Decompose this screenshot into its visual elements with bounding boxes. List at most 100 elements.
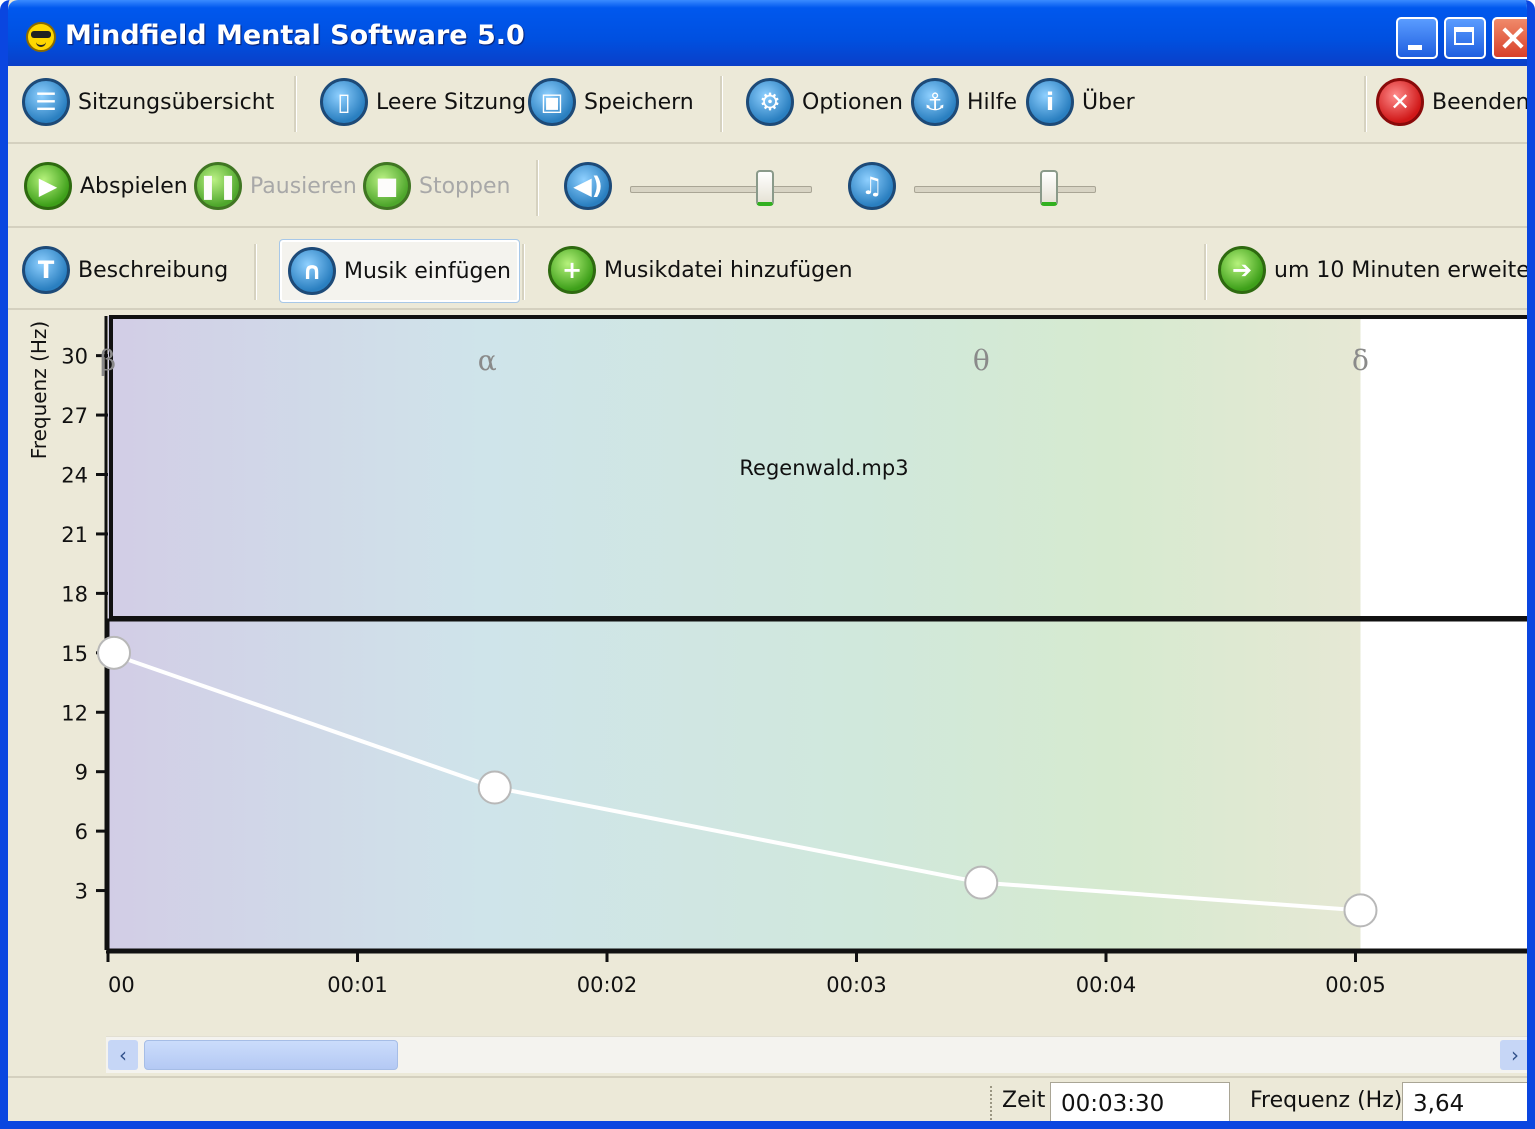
toolbar-divider	[254, 244, 257, 300]
frequency-field[interactable]: 3,64	[1402, 1082, 1527, 1121]
floppy-disk-icon: ▣	[528, 78, 576, 126]
add-music-file-button[interactable]: + Musikdatei hinzufügen	[548, 244, 853, 296]
time-field[interactable]: 00:03:30	[1050, 1082, 1230, 1121]
session-overview-label: Sitzungsübersicht	[78, 89, 275, 115]
about-label: Über	[1082, 89, 1135, 115]
save-button[interactable]: ▣ Speichern	[528, 76, 694, 128]
play-button[interactable]: ▶ Abspielen	[24, 160, 188, 212]
pause-label: Pausieren	[250, 173, 357, 199]
lifebuoy-anchor-icon: ⚓	[911, 78, 959, 126]
x-tick-label: 00:05	[1325, 973, 1386, 997]
gears-icon: ⚙	[746, 78, 794, 126]
exit-label: Beenden	[1432, 89, 1530, 115]
play-icon: ▶	[24, 162, 72, 210]
volume-icon-button: ◀)	[564, 160, 620, 212]
minimize-button[interactable]	[1396, 17, 1438, 59]
play-label: Abspielen	[80, 173, 188, 199]
options-button[interactable]: ⚙ Optionen	[746, 76, 903, 128]
status-grip	[990, 1086, 996, 1120]
y-axis-title: Frequenz (Hz)	[27, 321, 51, 460]
y-tick-label: 3	[75, 880, 88, 904]
text-t-icon: T	[22, 246, 70, 294]
extend-10-minutes-button[interactable]: ➔ um 10 Minuten erweitern	[1218, 244, 1535, 296]
brainwave-band-label: δ	[1352, 344, 1369, 377]
scroll-left-arrow-icon[interactable]: ‹	[108, 1040, 138, 1070]
y-tick-label: 9	[75, 761, 88, 785]
about-button[interactable]: i Über	[1026, 76, 1135, 128]
insert-music-button[interactable]: ∩ Musik einfügen	[279, 239, 520, 303]
app-window: Mindfield Mental Software 5.0 ☰ Sitzungs…	[0, 0, 1535, 1129]
help-button[interactable]: ⚓ Hilfe	[911, 76, 1017, 128]
headphones-icon: ∩	[288, 247, 336, 295]
description-button[interactable]: T Beschreibung	[22, 244, 228, 296]
new-session-button[interactable]: ▯ Leere Sitzung	[320, 76, 526, 128]
pause-icon: ❚❚	[194, 162, 242, 210]
x-tick-label: 00:02	[577, 973, 638, 997]
new-session-label: Leere Sitzung	[376, 89, 527, 115]
stop-label: Stoppen	[419, 173, 511, 199]
brainwave-band-label: β	[100, 344, 116, 377]
volume-slider-thumb[interactable]	[756, 170, 775, 206]
options-label: Optionen	[802, 89, 903, 115]
music-volume-slider-thumb[interactable]	[1040, 170, 1059, 206]
toolbar-divider	[536, 160, 539, 216]
stop-button[interactable]: ■ Stoppen	[363, 160, 510, 212]
y-tick-label: 24	[61, 464, 88, 488]
arrow-right-icon: ➔	[1218, 246, 1266, 294]
app-logo-icon	[26, 22, 56, 52]
x-tick-label: 00:04	[1076, 973, 1137, 997]
y-tick-label: 30	[61, 345, 88, 369]
music-volume-slider[interactable]	[914, 170, 1098, 206]
brainwave-band-gradient	[108, 316, 1361, 950]
document-icon: ▯	[320, 78, 368, 126]
time-label: Zeit	[1002, 1088, 1046, 1113]
add-music-file-label: Musikdatei hinzufügen	[604, 257, 853, 283]
brainwave-band-label: θ	[973, 344, 990, 377]
y-tick-label: 18	[61, 582, 88, 606]
window-title: Mindfield Mental Software 5.0	[65, 20, 525, 51]
curve-control-point[interactable]	[97, 635, 131, 670]
y-tick-label: 6	[75, 820, 88, 844]
save-label: Speichern	[584, 89, 694, 115]
music-track-label[interactable]: Regenwald.mp3	[739, 456, 908, 480]
close-button[interactable]	[1492, 17, 1527, 59]
x-tick-label: 00:01	[327, 973, 388, 997]
info-bubble-icon: i	[1026, 78, 1074, 126]
y-tick-label: 15	[61, 642, 88, 666]
help-label: Hilfe	[967, 89, 1018, 115]
title-bar[interactable]: Mindfield Mental Software 5.0	[8, 0, 1527, 66]
extend-10-minutes-label: um 10 Minuten erweitern	[1274, 257, 1535, 283]
brainwave-band-label: α	[478, 344, 497, 377]
plus-icon: +	[548, 246, 596, 294]
speaker-icon: ◀)	[564, 162, 612, 210]
scroll-right-arrow-icon[interactable]: ›	[1500, 1040, 1527, 1070]
frequency-chart[interactable]: 30 27 24 21 18 15 12 9 6 3 Frequenz (Hz) 00 00:01 00:…	[8, 310, 1535, 1072]
music-volume-slider-track	[914, 186, 1096, 193]
x-tick-label: 00:03	[826, 973, 887, 997]
x-tick-label: 00	[108, 973, 135, 997]
maximize-button[interactable]	[1444, 17, 1486, 59]
scrollbar-thumb[interactable]	[144, 1040, 398, 1070]
volume-slider-track	[630, 186, 812, 193]
close-circle-icon: ✕	[1376, 78, 1424, 126]
y-tick-label: 27	[61, 404, 88, 428]
y-tick-label: 12	[61, 701, 88, 725]
toolbar-divider	[1204, 244, 1207, 300]
curve-control-point[interactable]	[964, 865, 999, 900]
music-note-icon: ♫	[848, 162, 896, 210]
horizontal-scrollbar[interactable]: ‹ ›	[106, 1036, 1527, 1073]
session-toolbar: T Beschreibung ∩ Musik einfügen + Musikd…	[8, 230, 1535, 310]
status-bar: Zeit 00:03:30 Frequenz (Hz) 3,64	[8, 1076, 1527, 1121]
pause-button[interactable]: ❚❚ Pausieren	[194, 160, 357, 212]
insert-music-label: Musik einfügen	[344, 258, 511, 284]
session-overview-button[interactable]: ☰ Sitzungsübersicht	[22, 76, 274, 128]
curve-control-point[interactable]	[1343, 893, 1378, 928]
stop-icon: ■	[363, 162, 411, 210]
toolbar-divider	[720, 76, 723, 132]
curve-control-point[interactable]	[477, 770, 512, 805]
volume-slider[interactable]	[630, 170, 814, 206]
toolbar-divider	[1364, 76, 1367, 132]
exit-button[interactable]: ✕ Beenden	[1376, 76, 1530, 128]
music-volume-icon-button: ♫	[848, 160, 904, 212]
list-icon: ☰	[22, 78, 70, 126]
